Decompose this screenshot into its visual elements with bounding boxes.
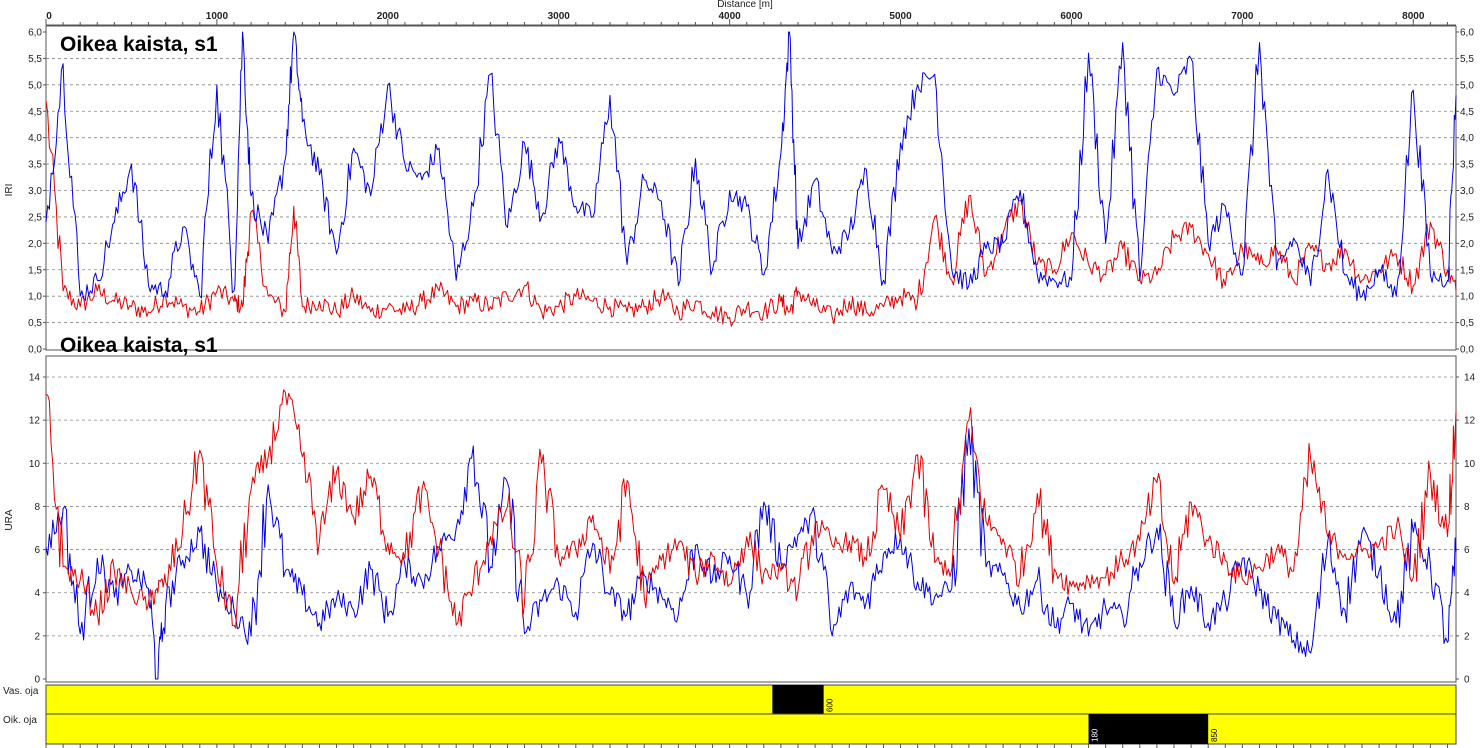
iri-y-tick-label-right: 0,0 bbox=[1460, 345, 1474, 356]
x-tick-label: 2000 bbox=[377, 11, 400, 22]
ura-panel-title: Oikea kaista, s1 bbox=[60, 334, 218, 357]
band-layer: 600 180 850 bbox=[45, 684, 1457, 748]
iri-panel-title: Oikea kaista, s1 bbox=[60, 33, 218, 56]
band-row-1 bbox=[45, 713, 1457, 745]
iri-y-tick-label-left: 0,5 bbox=[28, 318, 42, 329]
iri-y-tick-label-right: 3,5 bbox=[1460, 160, 1474, 171]
x-tick-label: 6000 bbox=[1060, 11, 1083, 22]
iri-y-tick-label-right: 4,0 bbox=[1460, 133, 1474, 144]
x-tick-label: 0 bbox=[46, 11, 52, 22]
iri-y-tick-label-left: 6,0 bbox=[28, 28, 42, 39]
iri-y-tick-label-left: 4,0 bbox=[28, 133, 42, 144]
iri-y-tick-label-left: 0,0 bbox=[28, 345, 42, 356]
iri-y-axis-title: IRI bbox=[4, 184, 15, 197]
ura-y-tick-label-left: 14 bbox=[29, 373, 41, 384]
x-tick-label: 4000 bbox=[719, 11, 742, 22]
band-segment bbox=[1088, 714, 1209, 744]
x-tick-label: 1000 bbox=[206, 11, 229, 22]
band-segment bbox=[772, 685, 824, 714]
ura-y-tick-label-right: 6 bbox=[1464, 545, 1470, 556]
panel-frame-1 bbox=[45, 355, 1457, 683]
ura-y-tick-label-left: 6 bbox=[34, 545, 40, 556]
x-tick-label: 5000 bbox=[889, 11, 912, 22]
ura-y-tick-label-right: 10 bbox=[1464, 459, 1476, 470]
ura-series-line-blue bbox=[45, 426, 1457, 680]
ura-y-tick-label-right: 8 bbox=[1464, 502, 1470, 513]
ura-y-axis-title: URA bbox=[4, 509, 15, 530]
ura-y-tick-label-right: 2 bbox=[1464, 631, 1470, 642]
x-tick-label: 7000 bbox=[1231, 11, 1254, 22]
iri-y-tick-label-left: 5,0 bbox=[28, 80, 42, 91]
iri-y-tick-label-left: 3,5 bbox=[28, 160, 42, 171]
road-profile-chart: 0 1000 2000 3000 4000 5000 6000 7000 80000,0 0,00… bbox=[3, 0, 1476, 748]
ura-y-tick-label-right: 0 bbox=[1464, 675, 1470, 686]
x-tick-label: 3000 bbox=[548, 11, 571, 22]
iri-y-tick-label-right: 5,5 bbox=[1460, 54, 1474, 65]
iri-y-tick-label-right: 6,0 bbox=[1460, 28, 1474, 39]
ura-y-tick-label-left: 0 bbox=[34, 675, 40, 686]
iri-y-tick-label-right: 4,5 bbox=[1460, 107, 1474, 118]
ura-y-tick-label-left: 8 bbox=[34, 502, 40, 513]
iri-y-tick-label-right: 1,0 bbox=[1460, 292, 1474, 303]
iri-y-tick-label-right: 2,0 bbox=[1460, 239, 1474, 250]
iri-y-tick-label-right: 0,5 bbox=[1460, 318, 1474, 329]
ura-y-tick-label-right: 4 bbox=[1464, 588, 1470, 599]
grid-layer bbox=[46, 58, 1456, 637]
panel-frame-0 bbox=[45, 25, 1457, 351]
band-segment-end-label: 850 bbox=[1210, 728, 1219, 742]
iri-y-tick-label-left: 1,0 bbox=[28, 292, 42, 303]
ura-y-tick-label-right: 14 bbox=[1464, 373, 1476, 384]
x-axis-title: Distance [m] bbox=[717, 0, 773, 10]
ura-y-tick-label-left: 4 bbox=[34, 588, 40, 599]
ura-y-tick-label-right: 12 bbox=[1464, 416, 1476, 427]
ura-y-tick-label-left: 12 bbox=[29, 416, 41, 427]
band-segment-start-label: 180 bbox=[1091, 728, 1100, 742]
band-segment-end-label: 600 bbox=[826, 698, 835, 712]
band-row-label-oik-oja: Oik. oja bbox=[3, 715, 37, 726]
iri-y-tick-label-right: 3,0 bbox=[1460, 186, 1474, 197]
iri-y-tick-label-right: 1,5 bbox=[1460, 265, 1474, 276]
iri-y-tick-label-right: 5,0 bbox=[1460, 80, 1474, 91]
x-tick-label: 8000 bbox=[1402, 11, 1425, 22]
iri-y-tick-label-left: 4,5 bbox=[28, 107, 42, 118]
band-row-0 bbox=[45, 684, 1457, 715]
ura-y-tick-label-left: 10 bbox=[29, 459, 41, 470]
iri-series-line-blue bbox=[45, 31, 1457, 302]
iri-y-tick-label-left: 3,0 bbox=[28, 186, 42, 197]
ura-y-tick-label-left: 2 bbox=[34, 631, 40, 642]
iri-y-tick-label-left: 5,5 bbox=[28, 54, 42, 65]
band-row-label-vas-oja: Vas. oja bbox=[3, 686, 39, 697]
iri-y-tick-label-right: 2,5 bbox=[1460, 212, 1474, 223]
iri-y-tick-label-left: 2,0 bbox=[28, 239, 42, 250]
iri-y-tick-label-left: 1,5 bbox=[28, 265, 42, 276]
iri-y-tick-label-left: 2,5 bbox=[28, 212, 42, 223]
